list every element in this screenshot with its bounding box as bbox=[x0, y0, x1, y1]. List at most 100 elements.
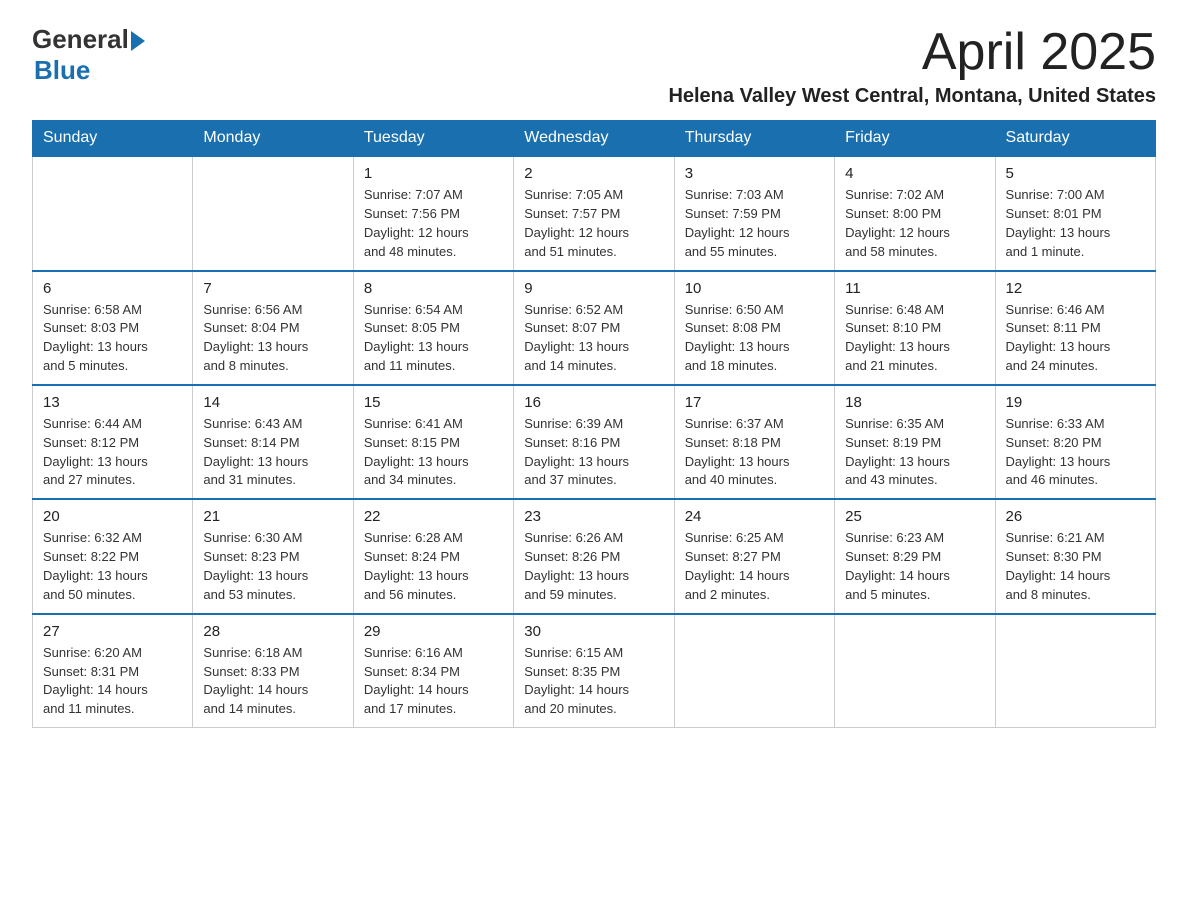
day-number: 8 bbox=[364, 280, 503, 297]
day-info: Sunrise: 6:16 AM Sunset: 8:34 PM Dayligh… bbox=[364, 644, 503, 719]
calendar-day-16: 16Sunrise: 6:39 AM Sunset: 8:16 PM Dayli… bbox=[514, 385, 674, 499]
calendar-day-13: 13 Sunrise: 6:44 AM Sunset: 8:12 PM Dayli… bbox=[33, 385, 193, 499]
calendar-day-8: 8 Sunrise: 6:54 AM Sunset: 8:05 PM Daylig… bbox=[353, 271, 513, 385]
calendar-day-26: 26 Sunrise: 6:21 AM Sunset: 8:30 PM Dayli… bbox=[995, 499, 1155, 613]
day-info: Sunrise: 6:23 AM Sunset: 8:29 PM Dayligh… bbox=[845, 529, 984, 604]
calendar-day-6: 6Sunrise: 6:58 AM Sunset: 8:03 PM Daylig… bbox=[33, 271, 193, 385]
day-number: 11 bbox=[845, 280, 984, 297]
calendar-day-empty bbox=[33, 156, 193, 270]
calendar-week-row: 20 Sunrise: 6:32 AM Sunset: 8:22 PM Dayli… bbox=[33, 499, 1156, 613]
day-info: Sunrise: 6:35 AM Sunset: 8:19 PM Dayligh… bbox=[845, 415, 984, 490]
day-number: 19 bbox=[1006, 394, 1145, 411]
day-number: 25 bbox=[845, 508, 984, 525]
calendar-day-empty bbox=[835, 614, 995, 728]
calendar-week-row: 27 Sunrise: 6:20 AM Sunset: 8:31 PM Dayli… bbox=[33, 614, 1156, 728]
calendar-header-row: SundayMondayTuesdayWednesdayThursdayFrid… bbox=[33, 121, 1156, 157]
day-number: 20 bbox=[43, 508, 182, 525]
calendar-day-18: 18 Sunrise: 6:35 AM Sunset: 8:19 PM Dayli… bbox=[835, 385, 995, 499]
day-number: 4 bbox=[845, 165, 984, 182]
day-info: Sunrise: 6:48 AM Sunset: 8:10 PM Dayligh… bbox=[845, 301, 984, 376]
day-number: 1 bbox=[364, 165, 503, 182]
logo: General Blue bbox=[32, 24, 145, 86]
calendar-day-11: 11 Sunrise: 6:48 AM Sunset: 8:10 PM Dayli… bbox=[835, 271, 995, 385]
day-info: Sunrise: 6:50 AM Sunset: 8:08 PM Dayligh… bbox=[685, 301, 824, 376]
day-number: 22 bbox=[364, 508, 503, 525]
calendar-header-thursday: Thursday bbox=[674, 121, 834, 157]
day-number: 10 bbox=[685, 280, 824, 297]
calendar-day-empty bbox=[193, 156, 353, 270]
day-info: Sunrise: 6:32 AM Sunset: 8:22 PM Dayligh… bbox=[43, 529, 182, 604]
day-number: 23 bbox=[524, 508, 663, 525]
day-info: Sunrise: 6:43 AM Sunset: 8:14 PM Dayligh… bbox=[203, 415, 342, 490]
day-info: Sunrise: 6:56 AM Sunset: 8:04 PM Dayligh… bbox=[203, 301, 342, 376]
page-header: General Blue April 2025 Helena Valley We… bbox=[32, 24, 1156, 108]
calendar-day-14: 14 Sunrise: 6:43 AM Sunset: 8:14 PM Dayli… bbox=[193, 385, 353, 499]
day-number: 13 bbox=[43, 394, 182, 411]
day-number: 27 bbox=[43, 623, 182, 640]
calendar-day-17: 17 Sunrise: 6:37 AM Sunset: 8:18 PM Dayli… bbox=[674, 385, 834, 499]
day-info: Sunrise: 6:46 AM Sunset: 8:11 PM Dayligh… bbox=[1006, 301, 1145, 376]
day-number: 17 bbox=[685, 394, 824, 411]
day-info: Sunrise: 6:25 AM Sunset: 8:27 PM Dayligh… bbox=[685, 529, 824, 604]
logo-arrow-icon bbox=[131, 31, 145, 51]
day-info: Sunrise: 6:44 AM Sunset: 8:12 PM Dayligh… bbox=[43, 415, 182, 490]
calendar-day-19: 19 Sunrise: 6:33 AM Sunset: 8:20 PM Dayli… bbox=[995, 385, 1155, 499]
calendar-header-wednesday: Wednesday bbox=[514, 121, 674, 157]
day-info: Sunrise: 6:54 AM Sunset: 8:05 PM Dayligh… bbox=[364, 301, 503, 376]
calendar-day-30: 30 Sunrise: 6:15 AM Sunset: 8:35 PM Dayli… bbox=[514, 614, 674, 728]
day-number: 21 bbox=[203, 508, 342, 525]
day-number: 7 bbox=[203, 280, 342, 297]
day-number: 9 bbox=[524, 280, 663, 297]
location-subtitle: Helena Valley West Central, Montana, Uni… bbox=[668, 85, 1156, 108]
title-area: April 2025 Helena Valley West Central, M… bbox=[668, 24, 1156, 108]
day-info: Sunrise: 6:33 AM Sunset: 8:20 PM Dayligh… bbox=[1006, 415, 1145, 490]
day-info: Sunrise: 7:03 AM Sunset: 7:59 PM Dayligh… bbox=[685, 186, 824, 261]
calendar-day-23: 23 Sunrise: 6:26 AM Sunset: 8:26 PM Dayli… bbox=[514, 499, 674, 613]
calendar-day-empty bbox=[674, 614, 834, 728]
day-number: 14 bbox=[203, 394, 342, 411]
day-info: Sunrise: 7:07 AM Sunset: 7:56 PM Dayligh… bbox=[364, 186, 503, 261]
calendar-day-empty bbox=[995, 614, 1155, 728]
day-number: 15 bbox=[364, 394, 503, 411]
day-number: 26 bbox=[1006, 508, 1145, 525]
calendar-header-tuesday: Tuesday bbox=[353, 121, 513, 157]
day-number: 12 bbox=[1006, 280, 1145, 297]
calendar-header-friday: Friday bbox=[835, 121, 995, 157]
calendar-day-4: 4Sunrise: 7:02 AM Sunset: 8:00 PM Daylig… bbox=[835, 156, 995, 270]
day-info: Sunrise: 6:28 AM Sunset: 8:24 PM Dayligh… bbox=[364, 529, 503, 604]
day-info: Sunrise: 6:15 AM Sunset: 8:35 PM Dayligh… bbox=[524, 644, 663, 719]
day-info: Sunrise: 6:20 AM Sunset: 8:31 PM Dayligh… bbox=[43, 644, 182, 719]
calendar-week-row: 6Sunrise: 6:58 AM Sunset: 8:03 PM Daylig… bbox=[33, 271, 1156, 385]
calendar-day-5: 5Sunrise: 7:00 AM Sunset: 8:01 PM Daylig… bbox=[995, 156, 1155, 270]
day-number: 30 bbox=[524, 623, 663, 640]
day-info: Sunrise: 6:18 AM Sunset: 8:33 PM Dayligh… bbox=[203, 644, 342, 719]
calendar-day-3: 3 Sunrise: 7:03 AM Sunset: 7:59 PM Daylig… bbox=[674, 156, 834, 270]
day-number: 6 bbox=[43, 280, 182, 297]
calendar-header-saturday: Saturday bbox=[995, 121, 1155, 157]
calendar-day-27: 27 Sunrise: 6:20 AM Sunset: 8:31 PM Dayli… bbox=[33, 614, 193, 728]
calendar-week-row: 1 Sunrise: 7:07 AM Sunset: 7:56 PM Daylig… bbox=[33, 156, 1156, 270]
day-number: 28 bbox=[203, 623, 342, 640]
calendar-day-24: 24Sunrise: 6:25 AM Sunset: 8:27 PM Dayli… bbox=[674, 499, 834, 613]
calendar-header-sunday: Sunday bbox=[33, 121, 193, 157]
day-number: 18 bbox=[845, 394, 984, 411]
day-number: 2 bbox=[524, 165, 663, 182]
day-number: 3 bbox=[685, 165, 824, 182]
day-number: 29 bbox=[364, 623, 503, 640]
calendar-day-7: 7 Sunrise: 6:56 AM Sunset: 8:04 PM Daylig… bbox=[193, 271, 353, 385]
day-info: Sunrise: 7:05 AM Sunset: 7:57 PM Dayligh… bbox=[524, 186, 663, 261]
day-info: Sunrise: 6:26 AM Sunset: 8:26 PM Dayligh… bbox=[524, 529, 663, 604]
month-year-title: April 2025 bbox=[668, 24, 1156, 81]
calendar-day-15: 15Sunrise: 6:41 AM Sunset: 8:15 PM Dayli… bbox=[353, 385, 513, 499]
calendar-day-2: 2 Sunrise: 7:05 AM Sunset: 7:57 PM Daylig… bbox=[514, 156, 674, 270]
day-info: Sunrise: 6:21 AM Sunset: 8:30 PM Dayligh… bbox=[1006, 529, 1145, 604]
calendar-day-28: 28 Sunrise: 6:18 AM Sunset: 8:33 PM Dayli… bbox=[193, 614, 353, 728]
calendar-day-12: 12 Sunrise: 6:46 AM Sunset: 8:11 PM Dayli… bbox=[995, 271, 1155, 385]
calendar-table: SundayMondayTuesdayWednesdayThursdayFrid… bbox=[32, 120, 1156, 728]
calendar-day-20: 20 Sunrise: 6:32 AM Sunset: 8:22 PM Dayli… bbox=[33, 499, 193, 613]
day-info: Sunrise: 6:30 AM Sunset: 8:23 PM Dayligh… bbox=[203, 529, 342, 604]
day-info: Sunrise: 6:37 AM Sunset: 8:18 PM Dayligh… bbox=[685, 415, 824, 490]
calendar-day-21: 21 Sunrise: 6:30 AM Sunset: 8:23 PM Dayli… bbox=[193, 499, 353, 613]
day-info: Sunrise: 6:52 AM Sunset: 8:07 PM Dayligh… bbox=[524, 301, 663, 376]
logo-blue-text: Blue bbox=[34, 55, 145, 86]
